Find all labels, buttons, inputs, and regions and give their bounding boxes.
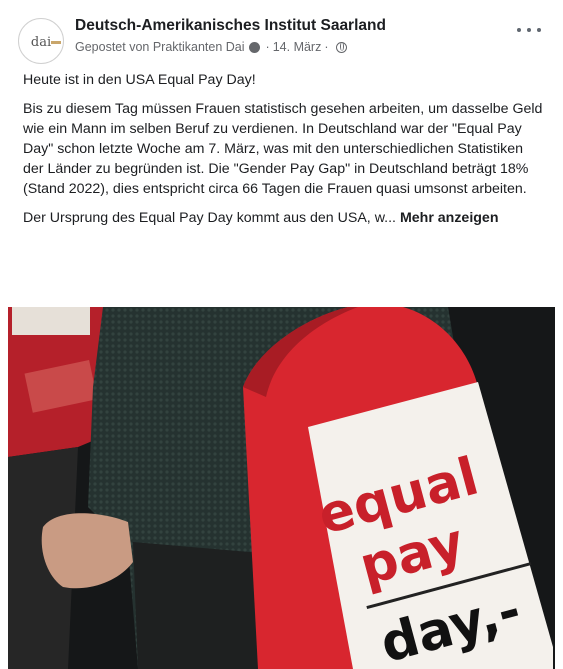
profile-dot-icon bbox=[248, 41, 260, 53]
more-options-button[interactable] bbox=[517, 20, 541, 40]
facebook-post: dai Deutsch-Amerikanisches Institut Saar… bbox=[0, 0, 563, 669]
meta-separator: · bbox=[265, 40, 270, 54]
photo-illustration: equal pay day,- bbox=[8, 307, 555, 669]
more-options-icon bbox=[537, 28, 541, 32]
globe-icon[interactable] bbox=[335, 41, 347, 53]
post-teaser: Der Ursprung des Equal Pay Day kommt aus… bbox=[23, 208, 543, 228]
more-options-icon bbox=[517, 28, 521, 32]
post-header: dai Deutsch-Amerikanisches Institut Saar… bbox=[0, 0, 563, 66]
post-photo[interactable]: equal pay day,- bbox=[8, 307, 555, 669]
page-name-link[interactable]: Deutsch-Amerikanisches Institut Saarland bbox=[75, 17, 386, 35]
post-text: Heute ist in den USA Equal Pay Day! Bis … bbox=[23, 70, 543, 237]
meta-separator: · bbox=[324, 40, 329, 54]
see-more-link[interactable]: Mehr anzeigen bbox=[400, 210, 499, 226]
post-paragraph: Bis zu diesem Tag müssen Frauen statisti… bbox=[23, 101, 543, 197]
background-bag-label bbox=[12, 307, 90, 335]
page-avatar[interactable]: dai bbox=[18, 18, 64, 64]
avatar-logo-text: dai bbox=[30, 34, 52, 50]
posted-by-label[interactable]: Gepostet von Praktikanten Dai bbox=[75, 40, 245, 54]
teaser-text: Der Ursprung des Equal Pay Day kommt aus… bbox=[23, 210, 396, 226]
avatar-logo-mark bbox=[51, 41, 61, 44]
post-meta: Gepostet von Praktikanten Dai · 14. März… bbox=[75, 40, 347, 54]
more-options-icon bbox=[527, 28, 531, 32]
post-date-link[interactable]: 14. März bbox=[273, 40, 322, 54]
post-paragraph: Heute ist in den USA Equal Pay Day! bbox=[23, 72, 256, 88]
